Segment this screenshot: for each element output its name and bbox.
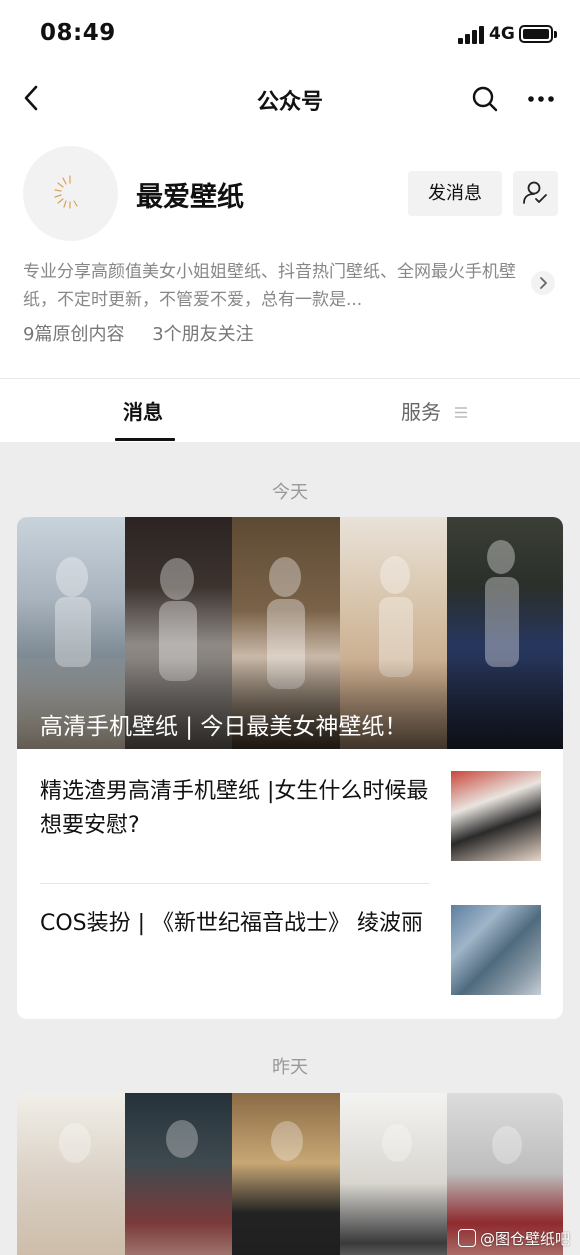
account-profile: 最爱壁纸 发消息 专业分享高颜值美女小姐姐壁纸、抖音热门壁纸、全网最火手机壁纸，… xyxy=(0,128,580,378)
watermark: @图仓壁纸吧 xyxy=(458,1228,570,1249)
watermark-logo-icon xyxy=(458,1229,476,1247)
cover-title[interactable]: 高清手机壁纸 | 今日最美女神壁纸！ xyxy=(40,707,407,741)
network-type: 4G xyxy=(489,24,515,44)
nav-bar: 公众号 xyxy=(0,70,580,128)
friends-following[interactable]: 3个朋友关注 xyxy=(152,324,253,345)
divider xyxy=(40,883,430,884)
article-thumbnail[interactable] xyxy=(451,771,541,861)
menu-lines-icon[interactable] xyxy=(454,404,468,418)
signal-icon xyxy=(458,26,486,44)
chevron-right-icon[interactable] xyxy=(531,271,555,295)
tab-active-indicator xyxy=(115,438,175,441)
more-horizontal-icon[interactable] xyxy=(526,86,556,112)
tab-messages[interactable]: 消息 xyxy=(123,396,163,425)
avatar[interactable] xyxy=(23,146,118,241)
date-label-yesterday: 昨天 xyxy=(272,1057,308,1078)
watermark-text: @图仓壁纸吧 xyxy=(480,1230,571,1248)
article-item[interactable]: 精选渣男高清手机壁纸 |女生什么时候最想要安慰? xyxy=(17,749,563,883)
user-check-icon[interactable] xyxy=(513,171,558,216)
battery-icon xyxy=(519,25,557,43)
status-bar: 08:49 4G xyxy=(0,0,580,70)
search-icon[interactable] xyxy=(470,84,500,114)
account-description[interactable]: 专业分享高颜值美女小姐姐壁纸、抖音热门壁纸、全网最火手机壁纸，不定时更新，不管爱… xyxy=(23,258,533,314)
message-card: 高清手机壁纸 | 今日最美女神壁纸！ 精选渣男高清手机壁纸 |女生什么时候最想要… xyxy=(17,517,563,1019)
send-message-button[interactable]: 发消息 xyxy=(408,171,502,216)
status-time: 08:49 xyxy=(40,20,116,46)
tab-bar: 消息 服务 xyxy=(0,378,580,442)
tab-services[interactable]: 服务 xyxy=(401,396,441,425)
article-thumbnail[interactable] xyxy=(451,905,541,995)
original-count[interactable]: 9篇原创内容 xyxy=(23,324,124,345)
article-title[interactable]: 精选渣男高清手机壁纸 |女生什么时候最想要安慰? xyxy=(40,775,430,843)
article-title[interactable]: COS装扮 | 《新世纪福音战士》 绫波丽 xyxy=(40,907,430,941)
cover-image[interactable]: 高清手机壁纸 | 今日最美女神壁纸！ xyxy=(17,517,563,749)
article-item[interactable]: COS装扮 | 《新世纪福音战士》 绫波丽 xyxy=(17,885,563,1019)
account-stats: 9篇原创内容 3个朋友关注 xyxy=(23,320,276,346)
date-label-today: 今天 xyxy=(272,482,308,503)
account-name: 最爱壁纸 xyxy=(136,182,244,213)
